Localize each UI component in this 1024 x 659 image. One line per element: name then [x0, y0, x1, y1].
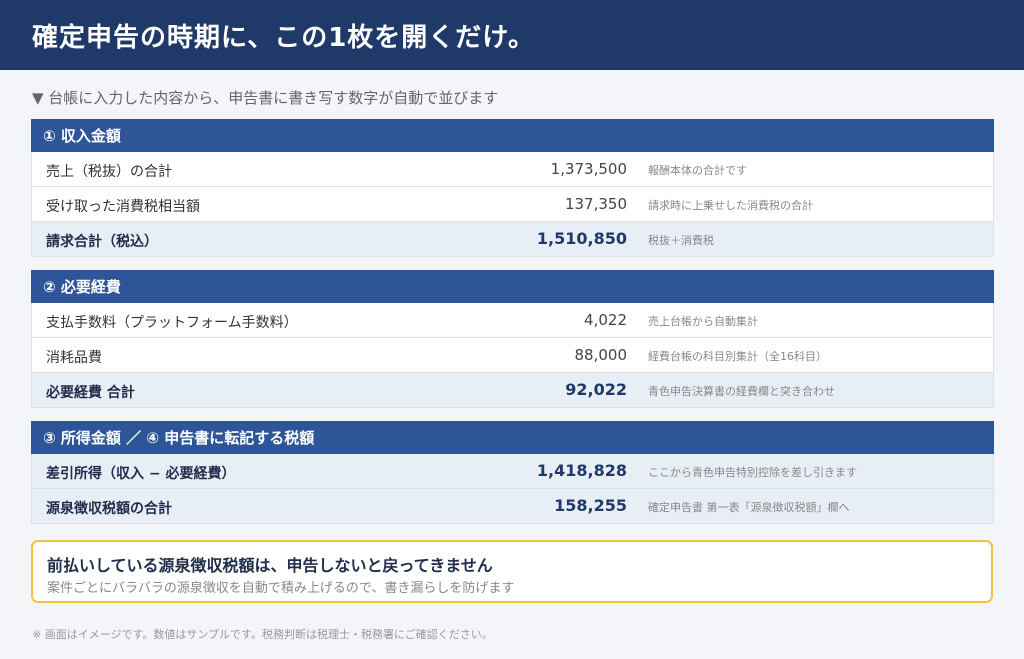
table-row: 受け取った消費税相当額 137,350 請求時に上乗せした消費税の合計	[31, 187, 994, 222]
row-label: 差引所得（収入 − 必要経費）	[46, 466, 236, 482]
footnote: ※ 画面はイメージです。数値はサンプルです。税務判断は税理士・税務署にご確認くだ…	[32, 628, 493, 641]
row-label: 消耗品費	[46, 350, 102, 366]
table-row-total: 差引所得（収入 − 必要経費） 1,418,828 ここから青色申告特別控除を差…	[31, 454, 994, 489]
row-note: 経費台帳の科目別集計（全16科目）	[648, 350, 827, 363]
section-income-tax: ③ 所得金額 ／ ④ 申告書に転記する税額 差引所得（収入 − 必要経費） 1,…	[31, 421, 994, 524]
lead-text: ▼ 台帳に入力した内容から、申告書に書き写す数字が自動で並びます	[32, 89, 499, 107]
callout-subtext: 案件ごとにバラバラの源泉徴収を自動で積み上げるので、書き漏らしを防げます	[47, 581, 515, 596]
table-row-total: 請求合計（税込） 1,510,850 税抜＋消費税	[31, 222, 994, 257]
row-note: ここから青色申告特別控除を差し引きます	[648, 466, 857, 479]
section-heading: ① 収入金額	[31, 119, 994, 152]
row-note: 確定申告書 第一表「源泉徴収税額」欄へ	[648, 501, 850, 514]
section-expenses: ② 必要経費 支払手数料（プラットフォーム手数料） 4,022 売上台帳から自動…	[31, 270, 994, 408]
row-label: 請求合計（税込）	[46, 234, 158, 250]
table-row: 支払手数料（プラットフォーム手数料） 4,022 売上台帳から自動集計	[31, 303, 994, 338]
row-amount: 1,373,500	[550, 160, 627, 178]
row-label: 源泉徴収税額の合計	[46, 501, 172, 517]
page-title-bar: 確定申告の時期に、この1枚を開くだけ。	[0, 0, 1024, 70]
section-heading: ③ 所得金額 ／ ④ 申告書に転記する税額	[31, 421, 994, 454]
row-note: 請求時に上乗せした消費税の合計	[648, 199, 813, 212]
row-note: 報酬本体の合計です	[648, 164, 747, 177]
row-label: 受け取った消費税相当額	[46, 199, 200, 215]
section-income: ① 収入金額 売上（税抜）の合計 1,373,500 報酬本体の合計です 受け取…	[31, 119, 994, 257]
row-note: 青色申告決算書の経費欄と突き合わせ	[648, 385, 835, 398]
row-amount: 88,000	[574, 346, 628, 364]
row-label: 必要経費 合計	[46, 385, 135, 401]
row-label: 支払手数料（プラットフォーム手数料）	[46, 315, 298, 331]
row-amount: 1,418,828	[536, 461, 627, 480]
row-amount: 137,350	[564, 195, 627, 213]
callout-box: 前払いしている源泉徴収税額は、申告しないと戻ってきません 案件ごとにバラバラの源…	[31, 540, 993, 603]
row-label: 売上（税抜）の合計	[46, 164, 172, 180]
row-note: 税抜＋消費税	[648, 234, 714, 247]
table-row-total: 源泉徴収税額の合計 158,255 確定申告書 第一表「源泉徴収税額」欄へ	[31, 489, 994, 524]
row-amount: 92,022	[565, 380, 627, 399]
table-row-total: 必要経費 合計 92,022 青色申告決算書の経費欄と突き合わせ	[31, 373, 994, 408]
table-row: 消耗品費 88,000 経費台帳の科目別集計（全16科目）	[31, 338, 994, 373]
row-note: 売上台帳から自動集計	[648, 315, 758, 328]
callout-title: 前払いしている源泉徴収税額は、申告しないと戻ってきません	[47, 556, 493, 575]
row-amount: 158,255	[554, 496, 627, 515]
row-amount: 1,510,850	[536, 229, 627, 248]
page-title: 確定申告の時期に、この1枚を開くだけ。	[32, 22, 536, 53]
row-amount: 4,022	[584, 311, 627, 329]
table-row: 売上（税抜）の合計 1,373,500 報酬本体の合計です	[31, 152, 994, 187]
section-heading: ② 必要経費	[31, 270, 994, 303]
